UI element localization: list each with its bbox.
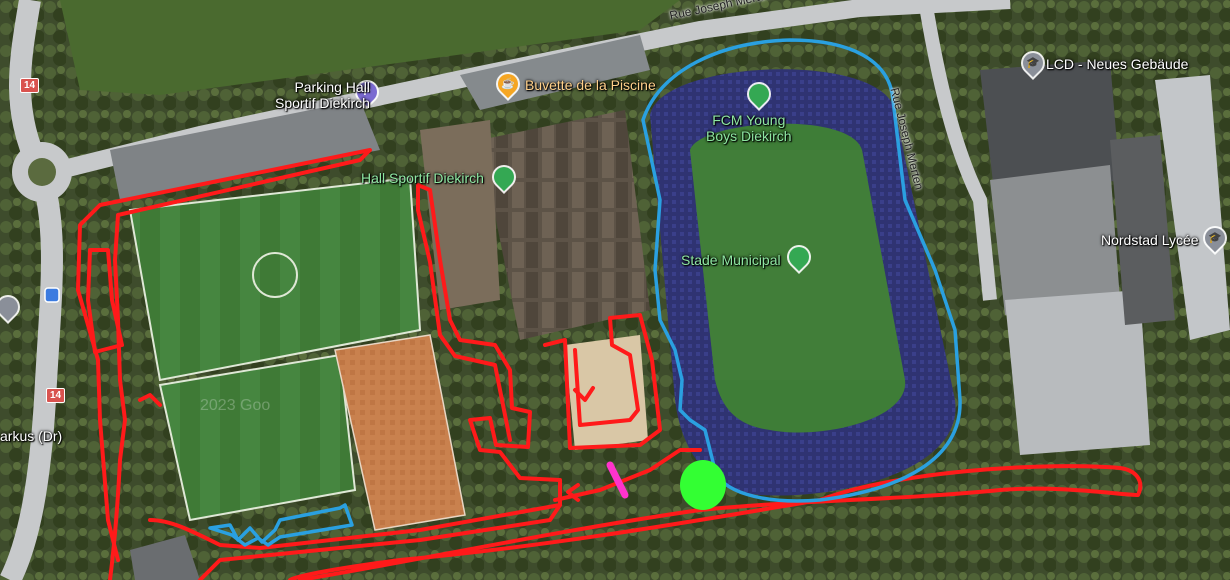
cafe-icon[interactable]: ☕ [493, 69, 523, 99]
bus-stop-icon[interactable] [44, 287, 60, 303]
lcd-label[interactable]: LCD - Neues Gebäude [1046, 56, 1188, 72]
school-icon[interactable]: 🎓 [1018, 48, 1048, 78]
parking-hall-label[interactable]: Parking Hall Sportif Diekirch [275, 79, 370, 111]
school-icon[interactable]: 🎓 [1200, 223, 1230, 253]
green-marker [680, 460, 726, 510]
route-shield: 14 [20, 78, 40, 93]
satellite-map[interactable]: 14 14 P ☕ 🎓 🎓 Parking Hall Sportif Dieki… [0, 0, 1230, 580]
arkus-label[interactable]: arkus (Dr) [0, 428, 62, 444]
nordstad-label[interactable]: Nordstad Lycée [1101, 232, 1199, 248]
route-shield: 14 [46, 388, 66, 403]
buvette-label[interactable]: Buvette de la Piscine [525, 77, 656, 93]
fcm-label[interactable]: FCM Young Boys Diekirch [706, 112, 792, 144]
map-watermark: 2023 Goo [200, 397, 271, 414]
hall-sportif-label[interactable]: Hall Sportif Diekirch [361, 170, 484, 186]
stade-municipal-label[interactable]: Stade Municipal [681, 252, 781, 268]
pitch-lower [158, 353, 357, 522]
